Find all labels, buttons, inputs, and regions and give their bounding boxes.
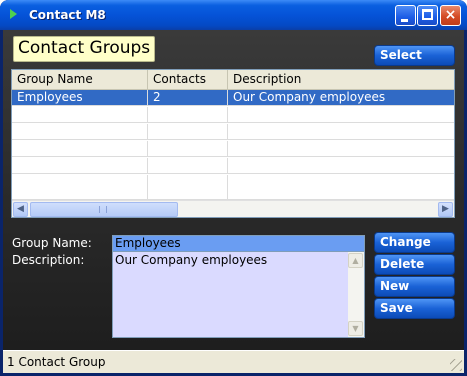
group-name-label: Group Name: — [12, 236, 92, 250]
status-text: 1 Contact Group — [7, 355, 106, 369]
empty-cell — [148, 158, 228, 174]
empty-cell — [12, 124, 148, 140]
delete-button[interactable]: Delete — [374, 254, 455, 275]
change-button[interactable]: Change — [374, 232, 455, 253]
column-header-group-name[interactable]: Group Name — [12, 70, 148, 90]
close-button[interactable]: × — [440, 5, 461, 26]
empty-cell — [148, 124, 228, 140]
empty-cell — [12, 141, 148, 157]
save-button[interactable]: Save — [374, 298, 455, 319]
close-icon: × — [444, 7, 457, 23]
column-header-contacts[interactable]: Contacts — [148, 70, 228, 90]
play-triangle-icon — [10, 9, 17, 19]
description-field[interactable]: Our Company employees ▲ ▼ — [112, 251, 365, 338]
empty-row — [12, 124, 454, 140]
empty-row — [12, 158, 454, 174]
client-area: Contact Groups Select Group Name Contact… — [3, 30, 464, 373]
new-button[interactable]: New — [374, 276, 455, 297]
group-name-field[interactable]: Employees — [112, 235, 365, 252]
maximize-button[interactable] — [417, 5, 438, 26]
empty-cell — [12, 158, 148, 174]
empty-cell — [12, 175, 148, 200]
horizontal-scrollbar[interactable]: ◀ ▶ — [12, 200, 454, 217]
empty-row — [12, 107, 454, 123]
scroll-right-icon[interactable]: ▶ — [438, 202, 453, 217]
description-text: Our Company employees — [115, 253, 268, 267]
description-label: Description: — [12, 253, 85, 267]
page-title: Contact Groups — [13, 36, 156, 62]
app-window: Contact M8 × Contact Groups Select Group… — [0, 0, 467, 376]
maximize-icon — [422, 9, 433, 20]
resize-grip-icon[interactable] — [450, 359, 462, 371]
scroll-down-icon[interactable]: ▼ — [348, 321, 363, 336]
window-title: Contact M8 — [29, 8, 106, 22]
table-header: Group Name Contacts Description — [12, 70, 454, 90]
vertical-scrollbar[interactable]: ▲ ▼ — [348, 252, 364, 337]
grip-icon — [99, 206, 107, 213]
table-row[interactable]: Employees 2 Our Company employees — [12, 90, 454, 106]
empty-cell — [148, 175, 228, 200]
title-bar[interactable]: Contact M8 × — [0, 0, 467, 30]
empty-cell — [12, 107, 148, 123]
empty-row — [12, 141, 454, 157]
empty-row — [12, 175, 454, 200]
minimize-button[interactable] — [395, 5, 416, 26]
groups-table[interactable]: Group Name Contacts Description Employee… — [11, 69, 455, 218]
column-header-description[interactable]: Description — [228, 70, 454, 90]
scroll-thumb[interactable] — [30, 202, 178, 217]
status-bar: 1 Contact Group — [3, 350, 464, 373]
scroll-up-icon[interactable]: ▲ — [348, 253, 363, 268]
select-button[interactable]: Select — [374, 45, 455, 66]
cell-description: Our Company employees — [233, 90, 386, 104]
scroll-left-icon[interactable]: ◀ — [13, 202, 28, 217]
empty-cell — [148, 141, 228, 157]
empty-cell — [148, 107, 228, 123]
minimize-icon — [401, 19, 408, 22]
cell-group-name: Employees — [12, 90, 148, 106]
cell-contacts: 2 — [148, 90, 228, 106]
